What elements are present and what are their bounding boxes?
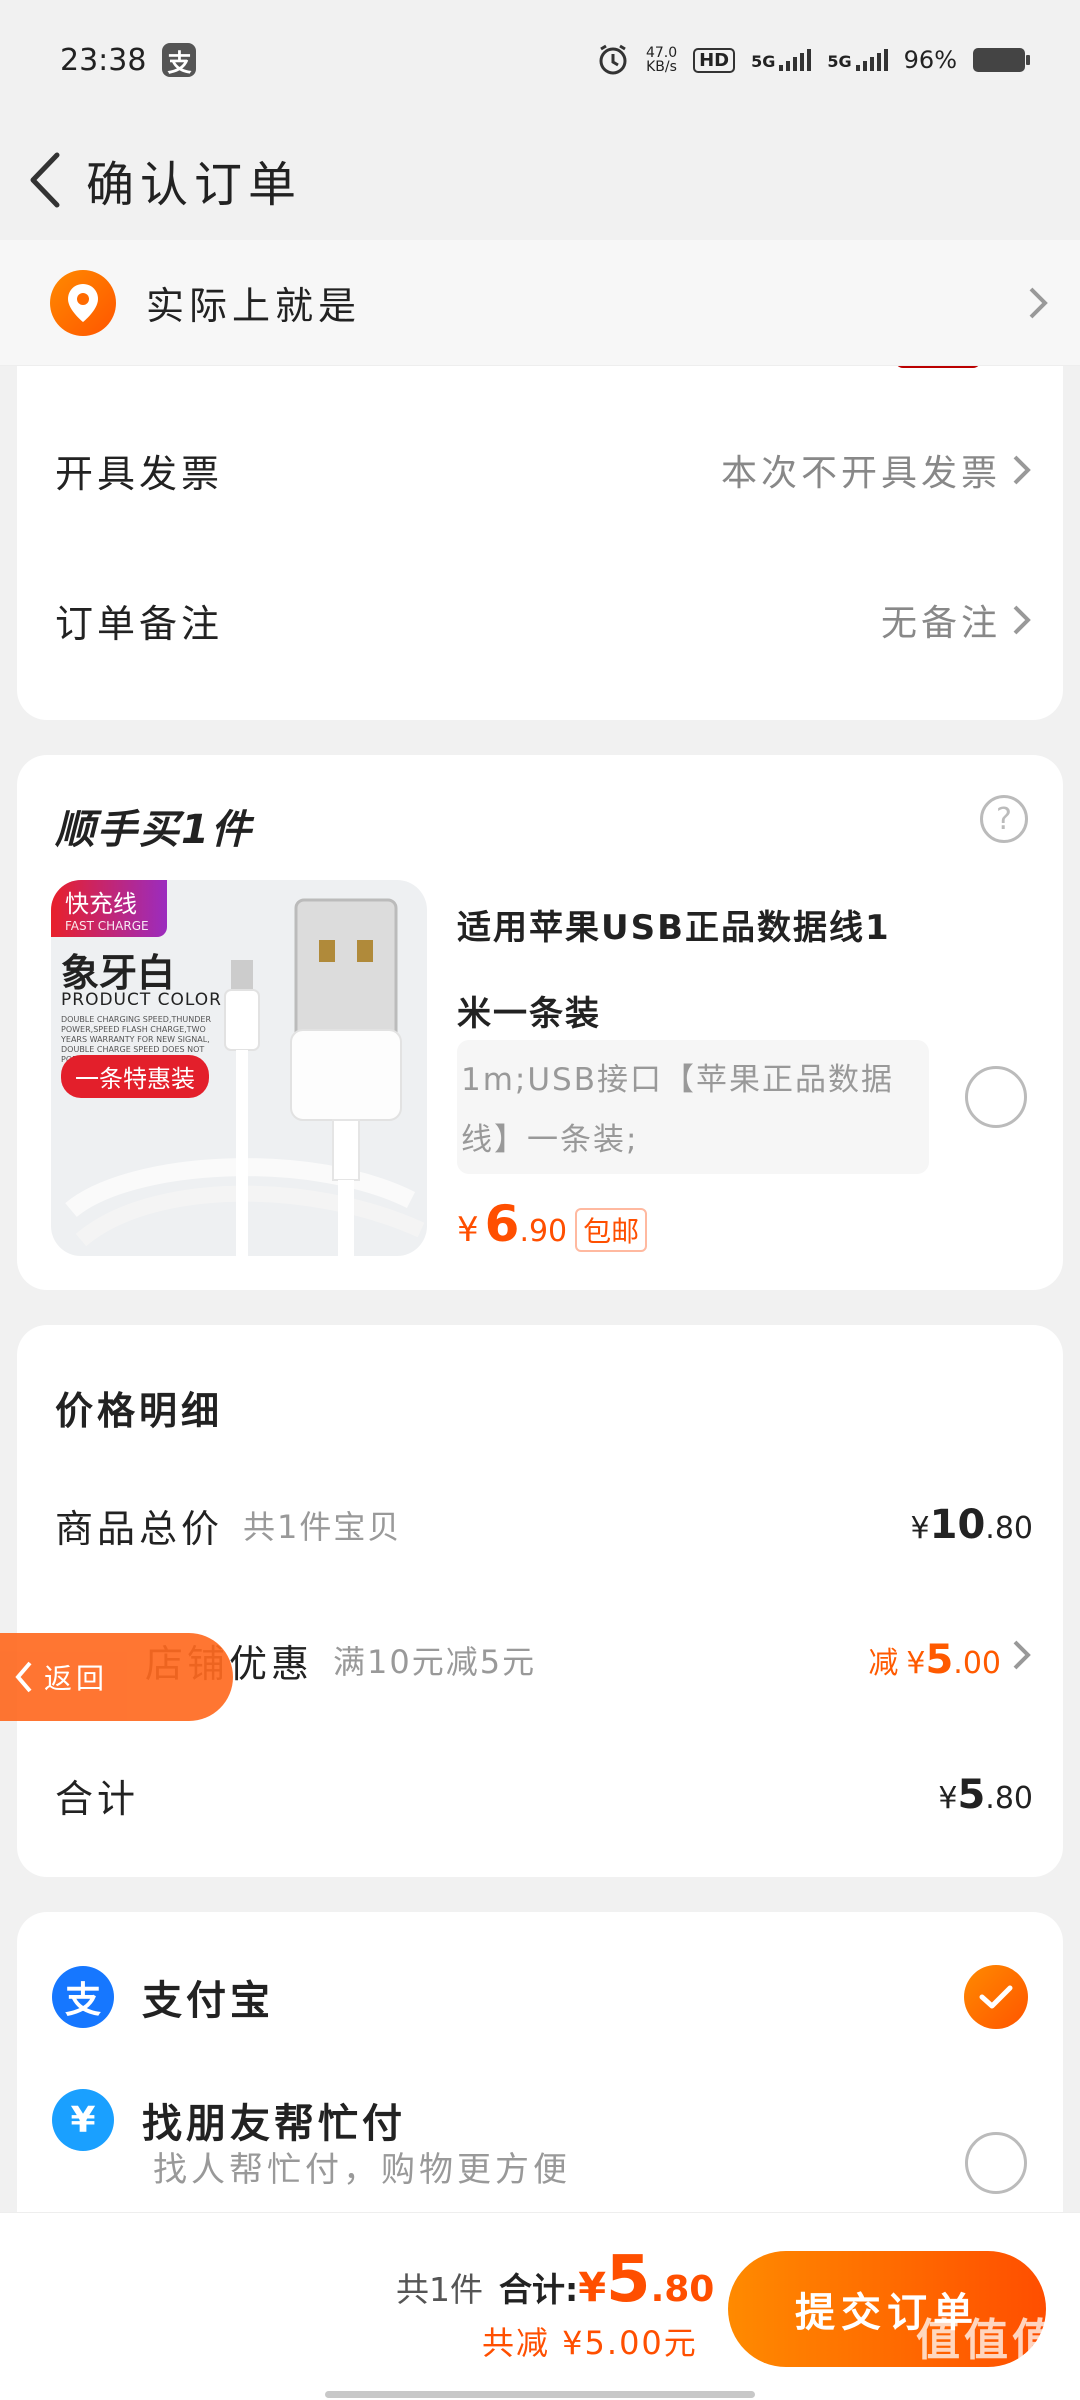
status-right: 47.0 KB/s HD 5G 5G 96% xyxy=(596,43,1030,77)
status-left: 23:38 支 xyxy=(60,42,197,78)
invoice-value: 本次不开具发票 xyxy=(721,444,1033,496)
sum-amount: ¥ 5 .80 xyxy=(938,1772,1033,1818)
total-saved: 共减 ¥5.00元 xyxy=(482,2324,698,2362)
amount-integer: 5 xyxy=(957,1772,986,1818)
product-image[interactable]: 快充线 FAST CHARGE 象牙白 PRODUCT COLOR DOUBLE… xyxy=(51,880,427,1256)
address-selector[interactable]: 实际上就是 xyxy=(0,240,1080,366)
yen-symbol: ¥ xyxy=(906,1646,926,1681)
total-symbol: ¥ xyxy=(578,2265,607,2311)
watermark-logo: 值值值 xyxy=(916,2315,1060,2366)
home-indicator[interactable] xyxy=(325,2391,755,2398)
usb-cable-illustration xyxy=(65,898,425,1256)
watermark: 值值值 zhizhizhi.com xyxy=(916,2304,1060,2392)
net-label-2: 5G xyxy=(827,52,852,71)
friend-pay-label: 找朋友帮忙付 xyxy=(142,2101,406,2147)
remark-label: 订单备注 xyxy=(55,601,224,646)
chevron-right-icon xyxy=(1013,605,1031,635)
price-decimal: .90 xyxy=(519,1214,568,1249)
yen-symbol: ¥ xyxy=(938,1781,958,1816)
item-count: 共1件 xyxy=(396,2270,483,2309)
amount-decimal: .00 xyxy=(953,1646,1001,1681)
total-decimal: .80 xyxy=(650,2269,715,2310)
page-title: 确认订单 xyxy=(86,157,303,213)
friend-pay-radio[interactable] xyxy=(965,2132,1027,2194)
status-bar: 23:38 支 47.0 KB/s HD 5G 5G 96% xyxy=(0,0,1080,120)
alipay-option[interactable]: 支 支付宝 xyxy=(52,1957,1033,2037)
items-total-label: 商品总价 xyxy=(55,1506,224,1551)
chevron-left-icon xyxy=(30,152,60,208)
total-label: 合计: xyxy=(499,2270,579,2309)
battery-percent: 96% xyxy=(903,46,957,74)
payment-card: 支 支付宝 ¥ 找朋友帮忙付 找人帮忙付，购物更方便 xyxy=(17,1912,1063,2212)
amount-integer: 5 xyxy=(925,1637,954,1683)
price-symbol: ¥ xyxy=(457,1210,479,1250)
free-shipping-badge: 包邮 xyxy=(575,1208,648,1252)
discount-sub: 满10元减5元 xyxy=(333,1643,537,1681)
order-options-card: 开具发票 本次不开具发票 订单备注 无备注 xyxy=(17,330,1063,720)
amount-decimal: .80 xyxy=(985,1511,1033,1546)
signal-icon-2: 5G xyxy=(827,49,888,71)
amount-decimal: .80 xyxy=(985,1781,1033,1816)
invoice-label: 开具发票 xyxy=(55,451,224,496)
chevron-left-icon xyxy=(15,1661,32,1693)
price-detail-title: 价格明细 xyxy=(55,1389,224,1433)
alipay-checked-icon[interactable] xyxy=(964,1965,1028,2029)
status-time: 23:38 xyxy=(60,42,147,78)
product-title[interactable]: 适用苹果USB正品数据线1米一条装 xyxy=(457,885,917,1057)
amount-integer: 10 xyxy=(929,1502,986,1548)
signal-icon: 5G xyxy=(751,49,812,71)
net-speed-unit: KB/s xyxy=(646,59,677,75)
discount-prefix: 减 xyxy=(868,1646,899,1681)
remark-value: 无备注 xyxy=(881,594,1033,646)
battery-icon xyxy=(973,48,1030,72)
chevron-right-icon xyxy=(1029,287,1048,318)
watermark-url: zhizhizhi.com xyxy=(924,2368,1060,2392)
sum-label: 合计 xyxy=(55,1776,140,1821)
total-integer: 5 xyxy=(606,2243,651,2317)
alipay-icon: 支 xyxy=(52,1966,114,2028)
order-total: 共1件 合计: ¥ 5 .80 xyxy=(396,2243,714,2317)
invoice-row[interactable]: 开具发票 本次不开具发票 xyxy=(55,430,1033,510)
back-button[interactable] xyxy=(10,145,80,215)
price-detail-card: 价格明细 商品总价 共1件宝贝 ¥ 10 .80 店铺优惠 满10元减5元 减 … xyxy=(17,1325,1063,1877)
remark-row[interactable]: 订单备注 无备注 xyxy=(55,580,1033,660)
remark-value-text: 无备注 xyxy=(880,603,1001,644)
items-total-amount: ¥ 10 .80 xyxy=(911,1502,1033,1548)
chevron-right-icon xyxy=(1013,455,1031,485)
friend-pay-icon: ¥ xyxy=(52,2089,114,2151)
floating-back-button[interactable]: 返回 xyxy=(0,1633,233,1721)
items-total-row: 商品总价 共1件宝贝 ¥ 10 .80 xyxy=(55,1485,1033,1565)
net-speed-value: 47.0 xyxy=(645,45,678,61)
addon-select-radio[interactable] xyxy=(965,1066,1027,1128)
chevron-right-icon xyxy=(1013,1640,1031,1670)
discount-amount: 减 ¥ 5 .00 xyxy=(868,1637,1033,1683)
addon-card: 顺手买1件 ? 快充线 FAST CHARGE 象牙白 PRODUCT COLO… xyxy=(17,755,1063,1290)
net-speed: 47.0 KB/s xyxy=(646,46,677,74)
hd-icon: HD xyxy=(693,47,736,73)
product-price: ¥ 6 .90 包邮 xyxy=(457,1195,648,1253)
invoice-value-text: 本次不开具发票 xyxy=(720,453,1001,494)
addon-title: 顺手买1件 xyxy=(55,807,253,853)
net-label-1: 5G xyxy=(751,52,776,71)
address-text: 实际上就是 xyxy=(146,284,362,328)
items-total-sub: 共1件宝贝 xyxy=(243,1508,402,1546)
floating-back-label: 返回 xyxy=(44,1662,109,1695)
friend-pay-sub: 找人帮忙付，购物更方便 xyxy=(153,2150,571,2190)
bottom-bar: 共1件 合计: ¥ 5 .80 共减 ¥5.00元 提交订单 值值值 zhizh… xyxy=(0,2212,1080,2400)
location-pin-icon xyxy=(50,269,116,336)
product-spec[interactable]: 1m;USB接口【苹果正品数据线】一条装; xyxy=(457,1040,929,1174)
alipay-status-icon: 支 xyxy=(162,43,197,77)
alarm-icon xyxy=(599,44,627,75)
help-icon[interactable]: ? xyxy=(980,795,1028,843)
sum-row: 合计 ¥ 5 .80 xyxy=(55,1755,1033,1835)
yen-symbol: ¥ xyxy=(910,1511,930,1546)
header: 确认订单 xyxy=(0,120,1080,240)
price-integer: 6 xyxy=(484,1195,520,1253)
alipay-label: 支付宝 xyxy=(142,1978,274,2024)
